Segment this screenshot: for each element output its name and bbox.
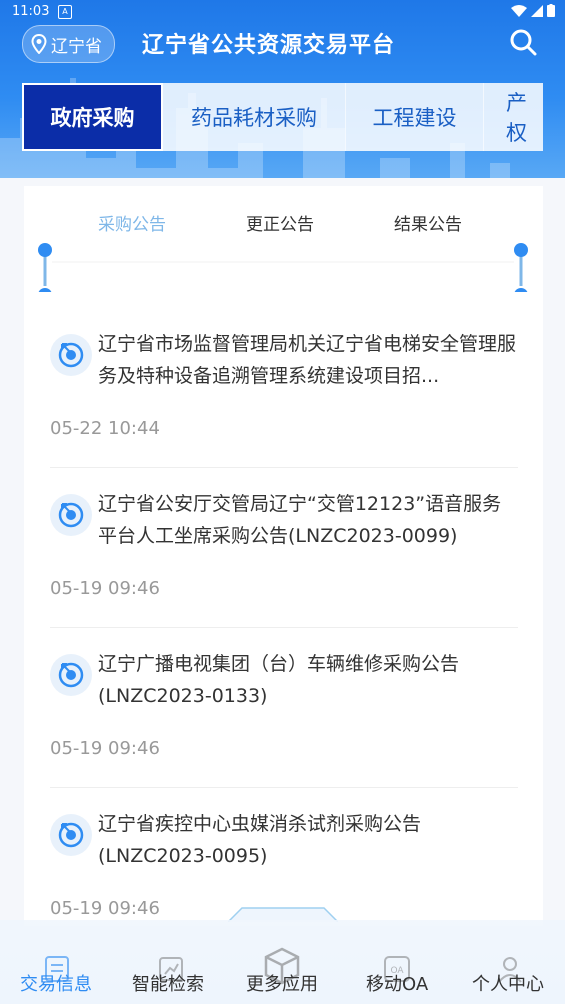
announcement-card: 采购公告 更正公告 结果公告 辽宁省市场监督管理局机关辽宁省电梯安全管理服务及特… <box>24 186 543 926</box>
tab-connector-decoration <box>38 243 528 292</box>
tab-correction-notice[interactable]: 更正公告 <box>246 210 314 235</box>
announcement-date: 05-19 09:46 <box>50 898 160 919</box>
item-divider <box>50 467 518 468</box>
announcement-icon <box>50 654 92 696</box>
location-selector[interactable]: 辽宁省 <box>22 25 115 63</box>
nav-more-apps[interactable]: 更多应用 <box>246 970 318 996</box>
announcement-item[interactable]: 辽宁广播电视集团（台）车辆维修采购公告(LNZC2023-0133) 05-19… <box>50 648 518 788</box>
category-tab-medical-supplies[interactable]: 药品耗材采购 <box>163 83 346 151</box>
header-banner: 11:03 A 辽宁省 辽宁省公共资源交易平台 政府采购 药品耗材采购 工程建设… <box>0 0 565 178</box>
nav-mobile-oa[interactable]: 移动OA <box>366 970 428 996</box>
announcement-item[interactable]: 辽宁省市场监督管理局机关辽宁省电梯安全管理服务及特种设备追溯管理系统建设项目招.… <box>50 328 518 468</box>
item-divider <box>50 787 518 788</box>
nav-user-center[interactable]: 个人中心 <box>472 970 544 996</box>
announcement-title: 辽宁广播电视集团（台）车辆维修采购公告(LNZC2023-0133) <box>98 653 460 707</box>
tab-procurement-notice[interactable]: 采购公告 <box>98 210 166 235</box>
item-divider <box>50 627 518 628</box>
nav-smart-search[interactable]: 智能检索 <box>132 970 204 996</box>
notification-icon: A <box>58 5 72 19</box>
category-tab-construction[interactable]: 工程建设 <box>346 83 484 151</box>
nav-trade-info[interactable]: 交易信息 <box>20 970 92 996</box>
category-tab-property-rights[interactable]: 产权 <box>484 83 543 151</box>
location-label: 辽宁省 <box>51 36 102 57</box>
location-pin-icon <box>31 34 47 54</box>
announcement-icon <box>50 814 92 856</box>
bottom-navigation: OA 交易信息 智能检索 更多应用 移动OA 个人中心 <box>0 920 565 1004</box>
announcement-title: 辽宁省公安厅交管局辽宁“交管12123”语音服务平台人工坐席采购公告(LNZC2… <box>98 493 502 547</box>
tab-result-notice[interactable]: 结果公告 <box>394 210 462 235</box>
category-tabs: 政府采购 药品耗材采购 工程建设 产权 <box>22 83 543 151</box>
announcement-title: 辽宁省疾控中心虫媒消杀试剂采购公告(LNZC2023-0095) <box>98 813 422 867</box>
announcement-date: 05-22 10:44 <box>50 418 160 439</box>
announcement-title: 辽宁省市场监督管理局机关辽宁省电梯安全管理服务及特种设备追溯管理系统建设项目招.… <box>98 333 517 387</box>
battery-icon <box>547 4 555 17</box>
announcement-item[interactable]: 辽宁省公安厅交管局辽宁“交管12123”语音服务平台人工坐席采购公告(LNZC2… <box>50 488 518 628</box>
status-time: 11:03 <box>12 4 50 19</box>
search-icon[interactable] <box>509 28 537 56</box>
wifi-icon <box>511 4 527 17</box>
announcement-date: 05-19 09:46 <box>50 738 160 759</box>
status-bar: 11:03 A <box>0 0 565 24</box>
page-title: 辽宁省公共资源交易平台 <box>142 33 396 58</box>
announcement-icon <box>50 494 92 536</box>
category-tab-government-procurement[interactable]: 政府采购 <box>22 83 163 151</box>
announcement-icon <box>50 334 92 376</box>
signal-icon <box>531 4 543 17</box>
announcement-date: 05-19 09:46 <box>50 578 160 599</box>
